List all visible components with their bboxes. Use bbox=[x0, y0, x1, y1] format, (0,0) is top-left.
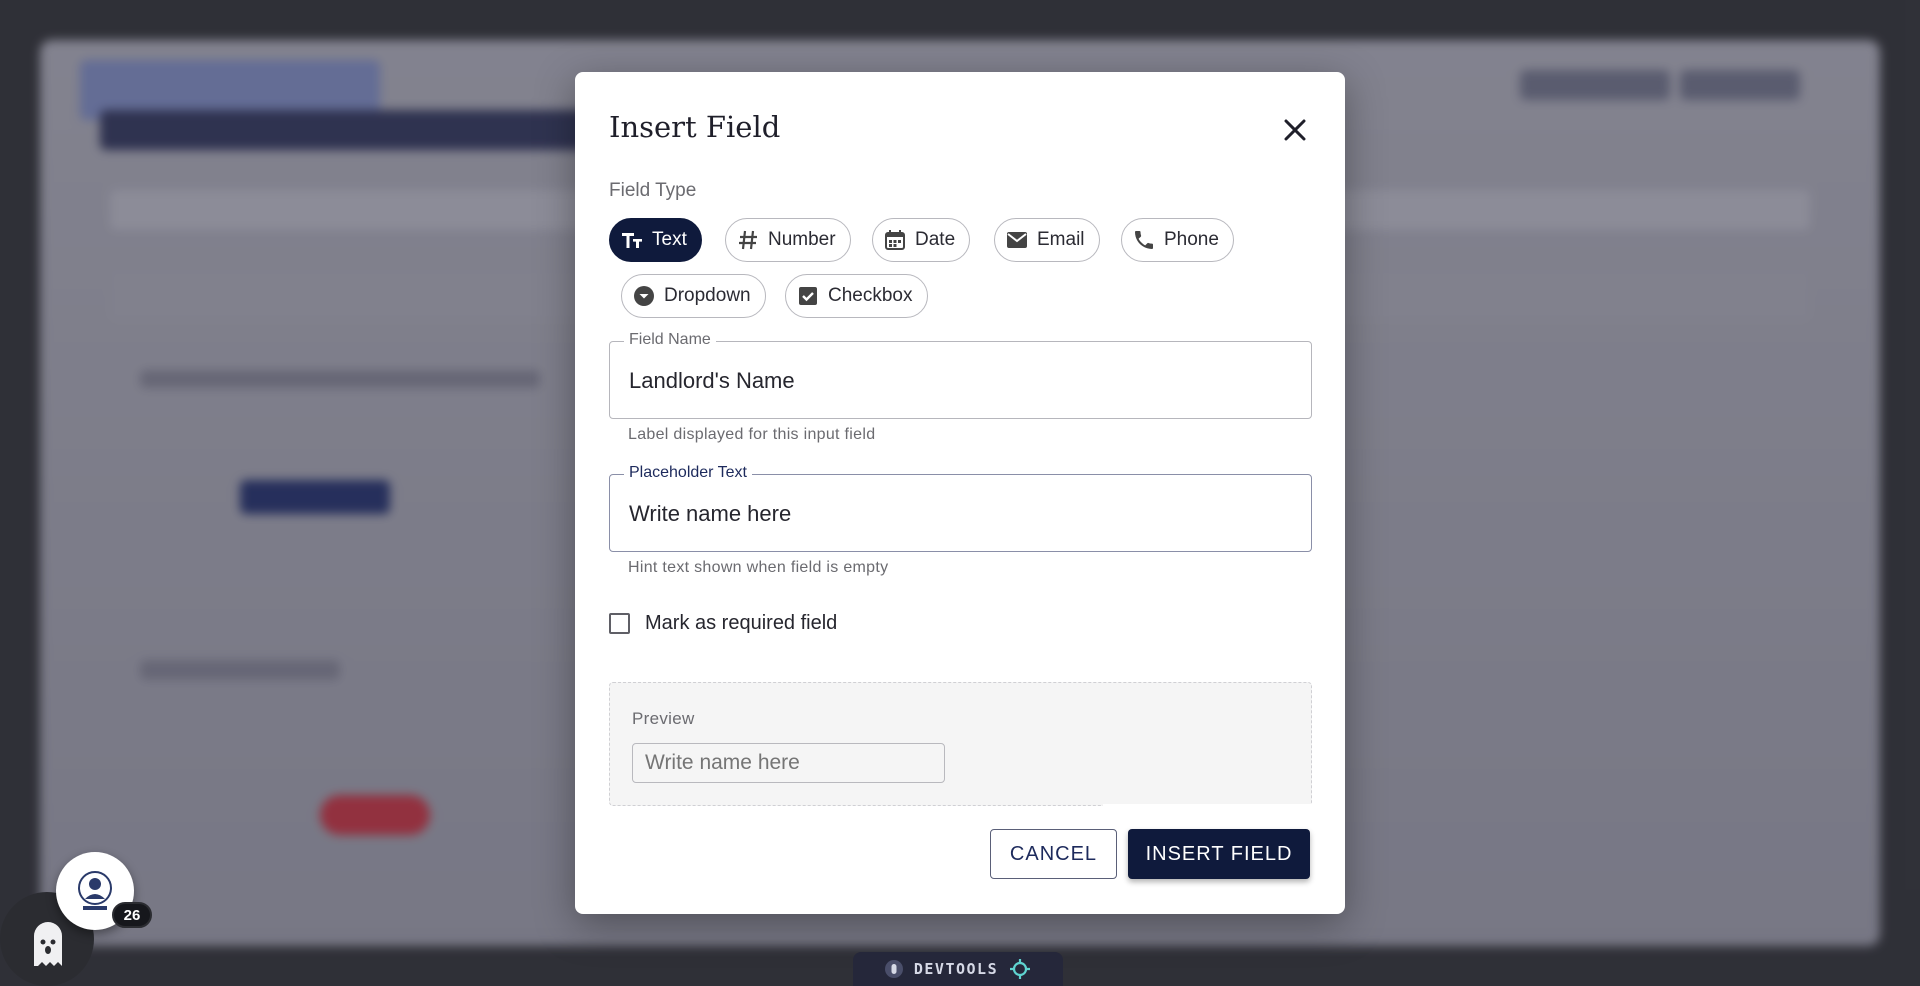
field-name-value[interactable]: Landlord's Name bbox=[629, 368, 795, 394]
calendar-icon bbox=[883, 228, 907, 252]
chip-number[interactable]: Number bbox=[725, 218, 851, 262]
field-name-legend: Field Name bbox=[624, 331, 716, 349]
devtools-tab[interactable]: DEVTOOLS bbox=[853, 952, 1063, 986]
chip-label: Email bbox=[1037, 229, 1085, 250]
devtools-label: DEVTOOLS bbox=[913, 960, 999, 978]
placeholder-text-helper: Hint text shown when field is empty bbox=[628, 559, 889, 576]
chip-dropdown[interactable]: Dropdown bbox=[621, 274, 766, 318]
preview-input[interactable] bbox=[632, 743, 945, 783]
field-name-input[interactable]: Field Name Landlord's Name bbox=[609, 331, 1312, 419]
required-checkbox-row[interactable]: Mark as required field bbox=[609, 612, 837, 635]
field-type-label: Field Type bbox=[609, 180, 697, 201]
close-button[interactable] bbox=[1279, 114, 1311, 146]
shield-icon bbox=[884, 960, 903, 978]
required-label: Mark as required field bbox=[645, 612, 838, 634]
dialog-title: Insert Field bbox=[609, 110, 781, 144]
close-icon bbox=[1284, 119, 1306, 141]
cancel-button[interactable]: CANCEL bbox=[990, 829, 1117, 879]
phone-icon bbox=[1132, 228, 1156, 252]
chip-text[interactable]: Text bbox=[609, 218, 702, 262]
insert-field-button[interactable]: INSERT FIELD bbox=[1128, 829, 1310, 879]
chip-date[interactable]: Date bbox=[872, 218, 971, 262]
required-checkbox[interactable] bbox=[609, 613, 630, 634]
chip-label: Text bbox=[652, 229, 687, 250]
preview-label: Preview bbox=[632, 709, 695, 728]
chip-phone[interactable]: Phone bbox=[1121, 218, 1234, 262]
mail-icon bbox=[1005, 228, 1029, 252]
insert-field-dialog: Insert Field Field Type Text Number Date bbox=[575, 72, 1345, 914]
chip-label: Number bbox=[768, 229, 836, 250]
chip-label: Checkbox bbox=[828, 285, 913, 306]
crosshair-icon[interactable] bbox=[1008, 957, 1032, 981]
placeholder-text-legend: Placeholder Text bbox=[624, 464, 752, 482]
divider bbox=[1103, 804, 1319, 814]
chip-label: Dropdown bbox=[664, 285, 751, 306]
logo-icon bbox=[78, 871, 112, 910]
preview-panel: Preview bbox=[609, 682, 1312, 806]
dropdown-circle-icon bbox=[632, 284, 656, 308]
hash-icon bbox=[736, 228, 760, 252]
placeholder-text-input[interactable]: Placeholder Text Write name here bbox=[609, 464, 1312, 552]
chip-label: Date bbox=[915, 229, 956, 250]
chip-checkbox[interactable]: Checkbox bbox=[785, 274, 928, 318]
checkbox-icon bbox=[796, 284, 820, 308]
chip-email[interactable]: Email bbox=[994, 218, 1100, 262]
placeholder-text-value[interactable]: Write name here bbox=[629, 501, 791, 527]
field-name-helper: Label displayed for this input field bbox=[628, 426, 876, 443]
text-format-icon bbox=[620, 228, 644, 252]
notification-badge: 26 bbox=[112, 902, 152, 928]
chip-label: Phone bbox=[1164, 229, 1219, 250]
